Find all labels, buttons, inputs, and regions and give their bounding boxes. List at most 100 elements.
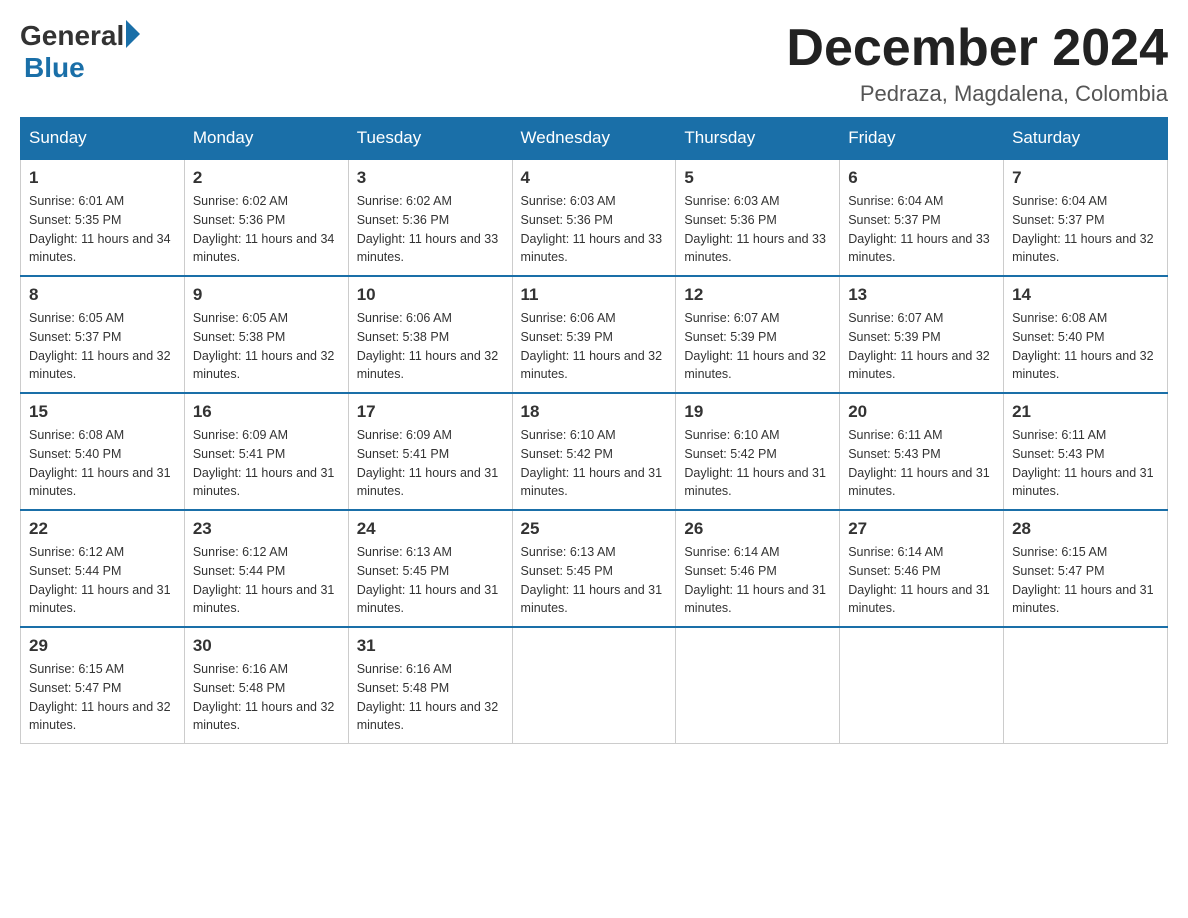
calendar-cell: 23 Sunrise: 6:12 AM Sunset: 5:44 PM Dayl… [184, 510, 348, 627]
day-info: Sunrise: 6:03 AM Sunset: 5:36 PM Dayligh… [521, 192, 668, 267]
calendar-cell: 29 Sunrise: 6:15 AM Sunset: 5:47 PM Dayl… [21, 627, 185, 744]
calendar-cell: 28 Sunrise: 6:15 AM Sunset: 5:47 PM Dayl… [1004, 510, 1168, 627]
calendar-cell: 19 Sunrise: 6:10 AM Sunset: 5:42 PM Dayl… [676, 393, 840, 510]
calendar-cell: 8 Sunrise: 6:05 AM Sunset: 5:37 PM Dayli… [21, 276, 185, 393]
week-row-4: 22 Sunrise: 6:12 AM Sunset: 5:44 PM Dayl… [21, 510, 1168, 627]
day-number: 9 [193, 285, 340, 305]
day-number: 22 [29, 519, 176, 539]
calendar-cell: 5 Sunrise: 6:03 AM Sunset: 5:36 PM Dayli… [676, 159, 840, 276]
calendar-cell: 10 Sunrise: 6:06 AM Sunset: 5:38 PM Dayl… [348, 276, 512, 393]
day-number: 27 [848, 519, 995, 539]
day-number: 18 [521, 402, 668, 422]
week-row-5: 29 Sunrise: 6:15 AM Sunset: 5:47 PM Dayl… [21, 627, 1168, 744]
day-info: Sunrise: 6:08 AM Sunset: 5:40 PM Dayligh… [29, 426, 176, 501]
calendar-cell: 14 Sunrise: 6:08 AM Sunset: 5:40 PM Dayl… [1004, 276, 1168, 393]
day-info: Sunrise: 6:12 AM Sunset: 5:44 PM Dayligh… [29, 543, 176, 618]
day-info: Sunrise: 6:11 AM Sunset: 5:43 PM Dayligh… [1012, 426, 1159, 501]
day-info: Sunrise: 6:15 AM Sunset: 5:47 PM Dayligh… [29, 660, 176, 735]
day-info: Sunrise: 6:11 AM Sunset: 5:43 PM Dayligh… [848, 426, 995, 501]
calendar-cell [676, 627, 840, 744]
calendar-cell: 27 Sunrise: 6:14 AM Sunset: 5:46 PM Dayl… [840, 510, 1004, 627]
day-info: Sunrise: 6:13 AM Sunset: 5:45 PM Dayligh… [357, 543, 504, 618]
day-number: 21 [1012, 402, 1159, 422]
week-row-1: 1 Sunrise: 6:01 AM Sunset: 5:35 PM Dayli… [21, 159, 1168, 276]
day-info: Sunrise: 6:12 AM Sunset: 5:44 PM Dayligh… [193, 543, 340, 618]
calendar-cell: 30 Sunrise: 6:16 AM Sunset: 5:48 PM Dayl… [184, 627, 348, 744]
day-info: Sunrise: 6:15 AM Sunset: 5:47 PM Dayligh… [1012, 543, 1159, 618]
calendar-cell: 11 Sunrise: 6:06 AM Sunset: 5:39 PM Dayl… [512, 276, 676, 393]
day-number: 17 [357, 402, 504, 422]
header-day-monday: Monday [184, 118, 348, 160]
day-number: 20 [848, 402, 995, 422]
day-info: Sunrise: 6:04 AM Sunset: 5:37 PM Dayligh… [848, 192, 995, 267]
day-number: 11 [521, 285, 668, 305]
week-row-3: 15 Sunrise: 6:08 AM Sunset: 5:40 PM Dayl… [21, 393, 1168, 510]
day-info: Sunrise: 6:10 AM Sunset: 5:42 PM Dayligh… [684, 426, 831, 501]
calendar-cell: 24 Sunrise: 6:13 AM Sunset: 5:45 PM Dayl… [348, 510, 512, 627]
day-info: Sunrise: 6:05 AM Sunset: 5:37 PM Dayligh… [29, 309, 176, 384]
day-number: 14 [1012, 285, 1159, 305]
day-info: Sunrise: 6:02 AM Sunset: 5:36 PM Dayligh… [193, 192, 340, 267]
day-number: 2 [193, 168, 340, 188]
calendar-cell: 22 Sunrise: 6:12 AM Sunset: 5:44 PM Dayl… [21, 510, 185, 627]
calendar-cell [512, 627, 676, 744]
day-number: 26 [684, 519, 831, 539]
day-number: 5 [684, 168, 831, 188]
calendar-cell: 16 Sunrise: 6:09 AM Sunset: 5:41 PM Dayl… [184, 393, 348, 510]
day-number: 29 [29, 636, 176, 656]
calendar-cell: 13 Sunrise: 6:07 AM Sunset: 5:39 PM Dayl… [840, 276, 1004, 393]
day-number: 25 [521, 519, 668, 539]
calendar-cell: 20 Sunrise: 6:11 AM Sunset: 5:43 PM Dayl… [840, 393, 1004, 510]
day-info: Sunrise: 6:08 AM Sunset: 5:40 PM Dayligh… [1012, 309, 1159, 384]
header-day-wednesday: Wednesday [512, 118, 676, 160]
title-section: December 2024 Pedraza, Magdalena, Colomb… [786, 20, 1168, 107]
header-day-saturday: Saturday [1004, 118, 1168, 160]
day-number: 1 [29, 168, 176, 188]
day-info: Sunrise: 6:14 AM Sunset: 5:46 PM Dayligh… [848, 543, 995, 618]
calendar-cell: 12 Sunrise: 6:07 AM Sunset: 5:39 PM Dayl… [676, 276, 840, 393]
day-info: Sunrise: 6:10 AM Sunset: 5:42 PM Dayligh… [521, 426, 668, 501]
day-info: Sunrise: 6:09 AM Sunset: 5:41 PM Dayligh… [193, 426, 340, 501]
day-info: Sunrise: 6:07 AM Sunset: 5:39 PM Dayligh… [684, 309, 831, 384]
day-number: 4 [521, 168, 668, 188]
calendar-cell: 6 Sunrise: 6:04 AM Sunset: 5:37 PM Dayli… [840, 159, 1004, 276]
calendar-cell: 17 Sunrise: 6:09 AM Sunset: 5:41 PM Dayl… [348, 393, 512, 510]
calendar-cell: 25 Sunrise: 6:13 AM Sunset: 5:45 PM Dayl… [512, 510, 676, 627]
day-number: 6 [848, 168, 995, 188]
day-number: 31 [357, 636, 504, 656]
day-number: 16 [193, 402, 340, 422]
page-header: General Blue December 2024 Pedraza, Magd… [20, 20, 1168, 107]
day-info: Sunrise: 6:02 AM Sunset: 5:36 PM Dayligh… [357, 192, 504, 267]
day-number: 30 [193, 636, 340, 656]
day-number: 13 [848, 285, 995, 305]
day-info: Sunrise: 6:04 AM Sunset: 5:37 PM Dayligh… [1012, 192, 1159, 267]
day-number: 12 [684, 285, 831, 305]
calendar-cell: 31 Sunrise: 6:16 AM Sunset: 5:48 PM Dayl… [348, 627, 512, 744]
calendar-cell: 1 Sunrise: 6:01 AM Sunset: 5:35 PM Dayli… [21, 159, 185, 276]
calendar-cell: 21 Sunrise: 6:11 AM Sunset: 5:43 PM Dayl… [1004, 393, 1168, 510]
header-day-tuesday: Tuesday [348, 118, 512, 160]
header-day-thursday: Thursday [676, 118, 840, 160]
month-title: December 2024 [786, 20, 1168, 77]
day-info: Sunrise: 6:01 AM Sunset: 5:35 PM Dayligh… [29, 192, 176, 267]
calendar-cell: 9 Sunrise: 6:05 AM Sunset: 5:38 PM Dayli… [184, 276, 348, 393]
day-info: Sunrise: 6:06 AM Sunset: 5:39 PM Dayligh… [521, 309, 668, 384]
calendar-cell [840, 627, 1004, 744]
day-info: Sunrise: 6:06 AM Sunset: 5:38 PM Dayligh… [357, 309, 504, 384]
day-number: 15 [29, 402, 176, 422]
day-number: 3 [357, 168, 504, 188]
location-title: Pedraza, Magdalena, Colombia [786, 81, 1168, 107]
week-row-2: 8 Sunrise: 6:05 AM Sunset: 5:37 PM Dayli… [21, 276, 1168, 393]
day-number: 7 [1012, 168, 1159, 188]
day-info: Sunrise: 6:09 AM Sunset: 5:41 PM Dayligh… [357, 426, 504, 501]
day-number: 10 [357, 285, 504, 305]
day-number: 23 [193, 519, 340, 539]
calendar-cell [1004, 627, 1168, 744]
logo-blue-text: Blue [24, 52, 85, 84]
logo: General Blue [20, 20, 140, 84]
calendar-cell: 18 Sunrise: 6:10 AM Sunset: 5:42 PM Dayl… [512, 393, 676, 510]
calendar-cell: 4 Sunrise: 6:03 AM Sunset: 5:36 PM Dayli… [512, 159, 676, 276]
logo-arrow-icon [126, 20, 140, 48]
calendar-cell: 2 Sunrise: 6:02 AM Sunset: 5:36 PM Dayli… [184, 159, 348, 276]
day-info: Sunrise: 6:14 AM Sunset: 5:46 PM Dayligh… [684, 543, 831, 618]
